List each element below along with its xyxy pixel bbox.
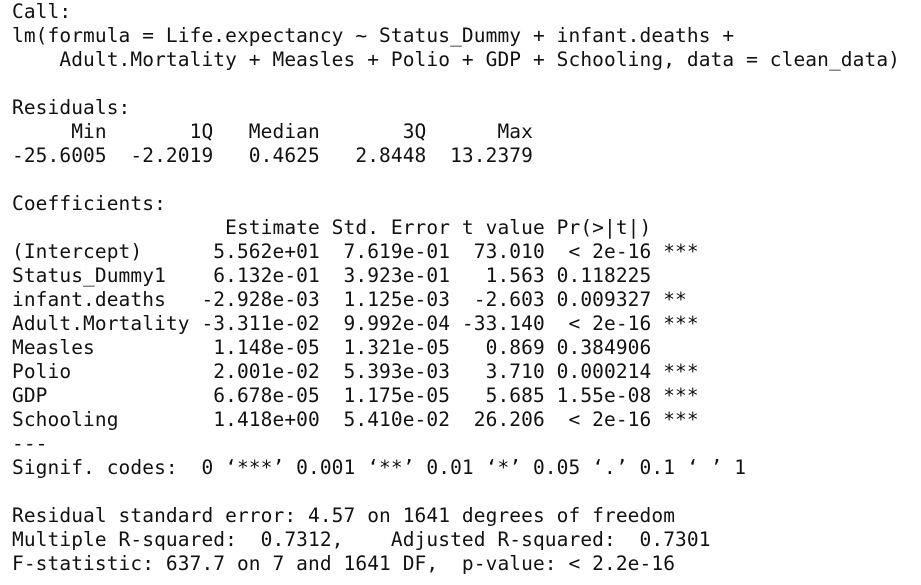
coefficient-row: Schooling 1.418e+00 5.410e-02 26.206 < 2… (12, 408, 699, 431)
residuals-values: -25.6005 -2.2019 0.4625 2.8448 13.2379 (12, 144, 545, 167)
coefficient-row: GDP 6.678e-05 1.175e-05 5.685 1.55e-08 *… (12, 384, 699, 407)
coefficient-row: Status_Dummy1 6.132e-01 3.923e-01 1.563 … (12, 264, 699, 287)
coefficient-row: Measles 1.148e-05 1.321e-05 0.869 0.3849… (12, 336, 699, 359)
coefficients-header: Coefficients: (12, 192, 166, 215)
call-formula-line-2: Adult.Mortality + Measles + Polio + GDP … (12, 48, 900, 71)
r-console-output: Call: lm(formula = Life.expectancy ~ Sta… (0, 0, 921, 585)
coefficient-row: (Intercept) 5.562e+01 7.619e-01 73.010 <… (12, 240, 699, 263)
residuals-header: Residuals: (12, 96, 131, 119)
coefficient-row: Adult.Mortality -3.311e-02 9.992e-04 -33… (12, 312, 699, 335)
f-statistic-line: F-statistic: 637.7 on 7 and 1641 DF, p-v… (12, 552, 676, 575)
call-header: Call: (12, 0, 72, 23)
coefficient-row: infant.deaths -2.928e-03 1.125e-03 -2.60… (12, 288, 699, 311)
r-squared-line: Multiple R-squared: 0.7312, Adjusted R-s… (12, 528, 723, 551)
coefficient-row: Polio 2.001e-02 5.393e-03 3.710 0.000214… (12, 360, 699, 383)
residual-standard-error: Residual standard error: 4.57 on 1641 de… (12, 504, 676, 527)
separator-line: --- (12, 432, 48, 455)
significance-codes: Signif. codes: 0 ‘***’ 0.001 ‘**’ 0.01 ‘… (12, 456, 747, 479)
residuals-labels: Min 1Q Median 3Q Max (12, 120, 545, 143)
coefficients-column-header: Estimate Std. Error t value Pr(>|t|) (12, 216, 699, 239)
call-formula-line-1: lm(formula = Life.expectancy ~ Status_Du… (12, 24, 735, 47)
